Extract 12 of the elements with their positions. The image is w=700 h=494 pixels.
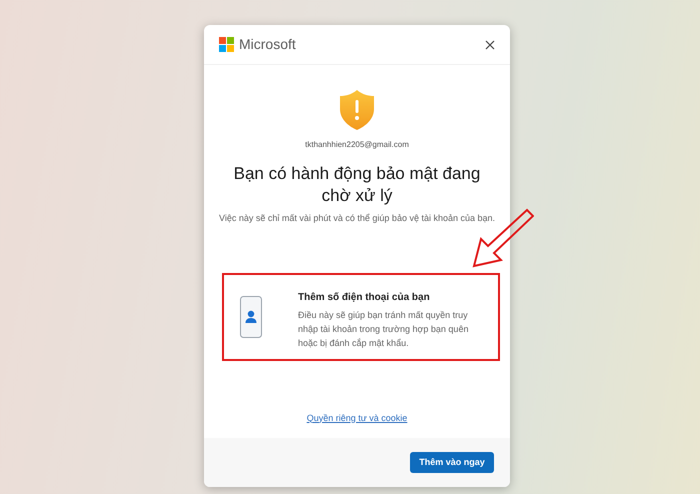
- shield-warning-icon: [339, 89, 375, 131]
- account-email: tkthanhhien2205@gmail.com: [305, 139, 409, 151]
- dialog-subtitle: Việc này sẽ chỉ mất vài phút và có thể giúp bảo vệ tài khoản của bạn.: [219, 212, 496, 225]
- add-now-button[interactable]: Thêm vào ngay: [410, 452, 494, 473]
- action-description: Điều này sẽ giúp bạn tránh mất quyền truy nhập tài khoản trong trường hợp bạn quên hoặc bị đánh cắp mật khẩu.: [298, 308, 470, 350]
- action-title[interactable]: Thêm số điện thoại của bạn: [298, 290, 478, 304]
- close-icon[interactable]: [485, 40, 495, 50]
- phone-user-icon: [240, 296, 262, 338]
- privacy-link[interactable]: Quyền riêng tư và cookie: [306, 412, 408, 425]
- brand-name: Microsoft: [239, 35, 296, 54]
- logo-icon: [219, 37, 234, 52]
- dialog-heading: Bạn có hành động bảo mật đang chờ xử lý: [232, 163, 482, 207]
